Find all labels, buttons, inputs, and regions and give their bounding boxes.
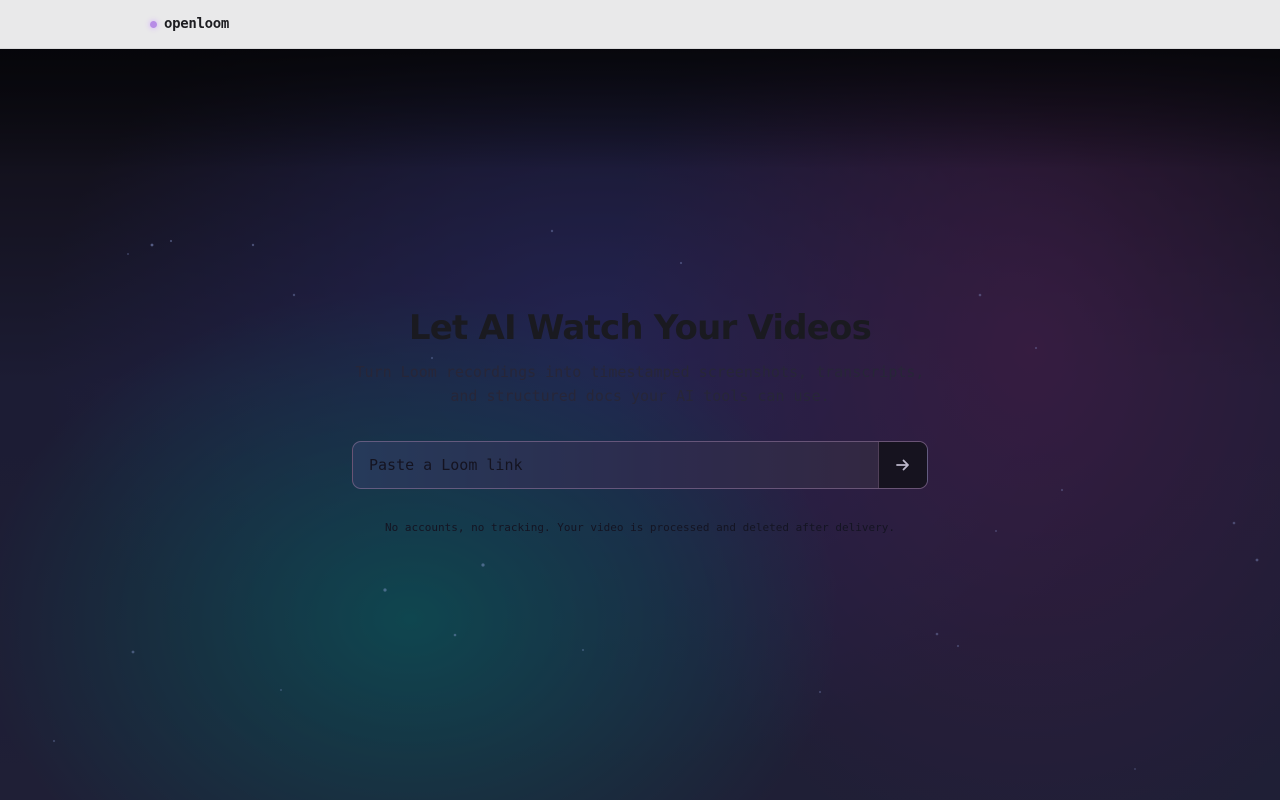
page-headline: Let AI Watch Your Videos	[408, 308, 872, 348]
arrow-right-icon	[896, 459, 909, 471]
brand-dot-icon	[150, 20, 157, 28]
brand-name: openloom	[164, 16, 230, 32]
privacy-note: No accounts, no tracking. Your video is …	[385, 521, 895, 534]
hero-section: Let AI Watch Your Videos Turn Loom recor…	[0, 49, 1280, 800]
loom-link-input[interactable]	[353, 442, 878, 488]
page-subtitle: Turn Loom recordings into timestamped sc…	[355, 363, 925, 405]
loom-link-form	[352, 441, 928, 489]
top-nav-bar: openloom	[0, 0, 1280, 49]
star-particles	[52, 229, 1259, 770]
submit-button[interactable]	[878, 442, 927, 488]
brand-logo-link[interactable]: openloom	[150, 14, 229, 34]
